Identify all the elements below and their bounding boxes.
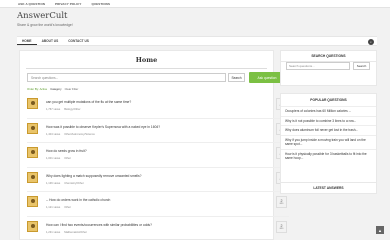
main-panel: Home Search questions... Search Ask ques… — [19, 50, 289, 240]
title-divider — [26, 68, 267, 69]
avatar[interactable] — [27, 147, 38, 158]
clear-filter-link[interactable]: Clear Filter — [65, 87, 79, 91]
topbar-link-privacy[interactable]: PRIVACY POLICY — [55, 2, 81, 6]
question-title[interactable]: How do seeds grow in fruit? — [46, 149, 87, 153]
answer-count: 2ans — [276, 196, 287, 208]
question-meta: 1,001 views Other — [46, 157, 71, 160]
question-category[interactable]: Chemistry/Other — [64, 182, 84, 185]
filter-bar: Order By: Active Category Clear Filter — [27, 87, 78, 91]
view-count: 1,136 views — [46, 181, 61, 185]
site-name[interactable]: AnswerCult — [17, 11, 73, 21]
question-item: How was it possible to observe Kepler's … — [27, 119, 289, 143]
answer-count: 2ans — [276, 220, 287, 233]
view-count: 1,404 views — [46, 132, 61, 136]
question-meta: 1,231 views Mathematics/Other — [46, 231, 87, 234]
question-meta: 1,404 views Other/Astronomy/Science — [46, 133, 95, 136]
question-category[interactable]: Mathematics/Other — [64, 231, 87, 234]
latest-title: LATEST ANSWERS — [313, 186, 344, 190]
question-title[interactable]: How was it possible to observe Kepler's … — [46, 125, 160, 129]
site-tagline: Share & grow the world's knowledge! — [17, 23, 73, 27]
sidebar-search-input[interactable]: Search questions... — [286, 62, 350, 70]
category-filter[interactable]: Category — [50, 87, 61, 91]
scroll-to-top-icon[interactable]: ▲ — [376, 226, 384, 234]
popular-question[interactable]: Why if you jump inside a moving train yo… — [281, 134, 376, 149]
question-category[interactable]: Other/Astronomy/Science — [64, 133, 95, 136]
question-meta: 1,136 views Chemistry/Other — [46, 182, 84, 185]
order-by-filter[interactable]: Order By: Active — [27, 87, 47, 91]
question-item: Why does lighting a match supposedly rem… — [27, 168, 289, 192]
question-title[interactable]: Why does lighting a match supposedly rem… — [46, 174, 141, 178]
main-nav: HOME ABOUT US CONTACT US ⌕ — [17, 36, 377, 46]
question-item: can you get multiple mutations of the fl… — [27, 94, 289, 119]
popular-question[interactable]: Why is it not possible to combine 3 line… — [281, 115, 376, 126]
sidebar-search-widget: SEARCH QUESTIONS Search questions... Sea… — [280, 50, 377, 86]
avatar[interactable] — [27, 122, 38, 134]
question-list: can you get multiple mutations of the fl… — [27, 94, 289, 240]
view-count: 1,231 views — [46, 230, 61, 234]
avatar[interactable] — [27, 171, 38, 183]
question-item: How can I find two events/occurrences wi… — [27, 217, 289, 240]
popular-questions-widget: POPULAR QUESTIONS Occupiers of colonies … — [280, 93, 377, 188]
question-category[interactable]: Other — [64, 206, 71, 209]
question-item: How do seeds grow in fruit? 1,001 views O… — [27, 143, 289, 168]
popular-title: POPULAR QUESTIONS — [310, 98, 347, 102]
view-count: 1,001 views — [46, 157, 61, 160]
question-meta: 1,121 views Other — [46, 206, 71, 209]
popular-question[interactable]: Why does aluminum foil never get lost in… — [281, 125, 376, 135]
search-icon[interactable]: ⌕ — [368, 39, 374, 45]
question-title[interactable]: How can I find two events/occurrences wi… — [46, 223, 152, 227]
sidebar-search-title: SEARCH QUESTIONS — [281, 51, 376, 62]
site-brand: AnswerCult Share & grow the world's know… — [17, 11, 73, 27]
view-count: 1,121 views — [46, 206, 61, 209]
question-item: -- How do orders work in the catholic ch… — [27, 192, 289, 217]
top-bar: ASK A QUESTION PRIVACY POLICY QUESTIONS — [0, 0, 390, 8]
question-search-button[interactable]: Search — [228, 73, 245, 82]
question-search-input[interactable]: Search questions... — [27, 73, 226, 82]
avatar[interactable] — [27, 196, 38, 207]
popular-question[interactable]: Occupiers of colonies has 60 Million cal… — [281, 106, 376, 116]
question-category[interactable]: Other — [64, 157, 71, 160]
question-category[interactable]: Biology/Other — [64, 108, 80, 111]
topbar-link-ask[interactable]: ASK A QUESTION — [18, 2, 45, 6]
topbar-link-questions[interactable]: QUESTIONS — [91, 2, 110, 6]
question-title[interactable]: -- How do orders work in the catholic ch… — [46, 198, 110, 202]
view-count: 1,767 views — [46, 108, 61, 111]
avatar[interactable] — [27, 98, 38, 109]
page-title: Home — [135, 56, 158, 64]
sidebar-search-button[interactable]: Search — [353, 62, 370, 70]
avatar[interactable] — [27, 220, 38, 232]
question-title[interactable]: can you get multiple mutations of the fl… — [46, 100, 131, 104]
nav-about[interactable]: ABOUT US — [37, 37, 64, 45]
popular-question[interactable]: How is it physically possible for 3 bask… — [281, 148, 376, 163]
nav-home[interactable]: HOME — [17, 37, 37, 45]
latest-answers-widget: LATEST ANSWERS — [280, 182, 377, 194]
question-meta: 1,767 views Biology/Other — [46, 108, 81, 111]
nav-contact[interactable]: CONTACT US — [63, 37, 94, 45]
